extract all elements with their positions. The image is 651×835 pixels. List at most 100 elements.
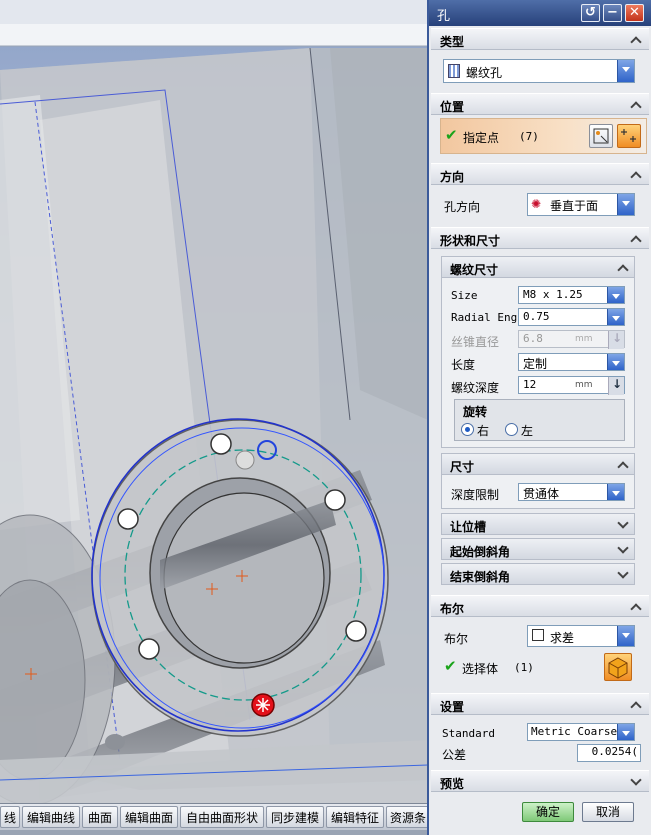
boolean-value: 求差 bbox=[550, 631, 575, 645]
chevron-down-icon[interactable] bbox=[607, 354, 624, 370]
end-chamfer-label: 结束倒斜角 bbox=[450, 570, 511, 584]
hole-dialog: 孔 ↺ − ✕ 类型 螺纹孔 位置 ✔ 指定点 (7) 方向 孔方向 ✺ 垂直于… bbox=[427, 0, 651, 835]
end-chamfer-header[interactable]: 结束倒斜角 bbox=[441, 563, 635, 585]
minimize-icon[interactable]: − bbox=[603, 4, 622, 22]
radial-engagement-label: Radial Eng bbox=[451, 311, 518, 324]
start-chamfer-header[interactable]: 起始倒斜角 bbox=[441, 538, 635, 560]
chevron-down-icon[interactable] bbox=[617, 194, 634, 215]
section-preview-label: 预览 bbox=[440, 777, 465, 791]
thread-depth-label: 螺纹深度 bbox=[451, 381, 500, 395]
hole-direction-value: 垂直于面 bbox=[550, 199, 599, 213]
start-chamfer-label: 起始倒斜角 bbox=[450, 545, 511, 559]
section-direction-header[interactable]: 方向 bbox=[431, 163, 649, 185]
section-preview-header[interactable]: 预览 bbox=[431, 770, 649, 792]
point-dialog-icon[interactable] bbox=[617, 124, 641, 148]
section-type-label: 类型 bbox=[440, 35, 465, 49]
chevron-down-icon[interactable] bbox=[617, 626, 634, 646]
model-view[interactable] bbox=[0, 0, 428, 835]
toolbar-tab-edit-feature[interactable]: 编辑特征 bbox=[326, 806, 384, 828]
thread-dimensions-label: 螺纹尺寸 bbox=[450, 263, 499, 277]
graphics-window[interactable] bbox=[0, 0, 428, 835]
point-count: (7) bbox=[519, 130, 539, 143]
rotation-right-label: 右 bbox=[477, 424, 490, 438]
section-settings-label: 设置 bbox=[440, 700, 465, 714]
cancel-button[interactable]: 取消 bbox=[582, 802, 634, 822]
section-position-header[interactable]: 位置 bbox=[431, 93, 649, 115]
section-direction-label: 方向 bbox=[440, 170, 465, 184]
collapse-icon bbox=[631, 35, 641, 45]
specify-point-row[interactable]: ✔ 指定点 (7) bbox=[440, 118, 647, 154]
toolbar-tab-surface[interactable]: 曲面 bbox=[82, 806, 118, 828]
collapse-icon bbox=[631, 234, 641, 244]
section-type-header[interactable]: 类型 bbox=[431, 28, 649, 50]
tap-drill-diameter-label: 丝锥直径 bbox=[451, 335, 500, 349]
expand-icon bbox=[618, 520, 628, 530]
length-label: 长度 bbox=[451, 358, 476, 372]
close-icon[interactable]: ✕ bbox=[625, 4, 644, 22]
collapse-icon bbox=[631, 170, 641, 180]
subtract-icon bbox=[532, 629, 544, 641]
relief-label: 让位槽 bbox=[450, 520, 487, 534]
collapse-icon bbox=[618, 263, 628, 273]
normal-to-face-icon: ✺ bbox=[531, 197, 542, 211]
rotation-right-radio[interactable] bbox=[461, 423, 474, 436]
boolean-dropdown[interactable]: 求差 bbox=[527, 625, 635, 647]
reset-icon[interactable]: ↺ bbox=[581, 4, 600, 22]
length-value: 定制 bbox=[523, 357, 548, 371]
solid-body-icon[interactable] bbox=[604, 653, 632, 681]
section-boolean-header[interactable]: 布尔 bbox=[431, 595, 649, 617]
hole-type-value: 螺纹孔 bbox=[466, 66, 503, 80]
rotation-label: 旋转 bbox=[463, 405, 488, 419]
dimensions-header[interactable]: 尺寸 bbox=[441, 453, 635, 475]
dialog-title: 孔 bbox=[437, 9, 451, 24]
specify-point-label: 指定点 bbox=[463, 131, 500, 145]
top-toolbar-strip bbox=[0, 0, 428, 47]
chevron-down-icon[interactable] bbox=[607, 484, 624, 500]
boolean-field-label: 布尔 bbox=[444, 632, 469, 646]
depth-limit-value: 贯通体 bbox=[523, 487, 560, 501]
standard-dropdown[interactable]: Metric Coarse bbox=[527, 723, 635, 741]
size-value: M8 x 1.25 bbox=[523, 288, 583, 301]
size-dropdown[interactable]: M8 x 1.25 bbox=[518, 286, 625, 304]
toolbar-icon-strip bbox=[0, 830, 430, 835]
arrow-down-icon bbox=[608, 331, 624, 349]
standard-value: Metric Coarse bbox=[531, 725, 618, 738]
select-body-label[interactable]: 选择体 bbox=[462, 660, 498, 677]
sketch-section-icon[interactable] bbox=[589, 124, 613, 148]
tap-drill-unit: mm bbox=[575, 334, 593, 344]
tolerance-input[interactable]: 0.0254( bbox=[577, 744, 641, 762]
hole-direction-dropdown[interactable]: ✺ 垂直于面 bbox=[527, 193, 635, 216]
collapse-icon bbox=[631, 602, 641, 612]
chevron-down-icon[interactable] bbox=[607, 287, 624, 303]
toolbar-tab-sync-modeling[interactable]: 同步建模 bbox=[266, 806, 324, 828]
toolbar-tab-curve[interactable]: 线 bbox=[0, 806, 20, 828]
toolbar-tab-edit-curve[interactable]: 编辑曲线 bbox=[22, 806, 80, 828]
relief-header[interactable]: 让位槽 bbox=[441, 513, 635, 535]
rotation-left-radio[interactable] bbox=[505, 423, 518, 436]
thread-dimensions-header[interactable]: 螺纹尺寸 bbox=[441, 256, 635, 278]
thread-depth-value: 12 bbox=[523, 378, 537, 391]
arrow-down-icon[interactable] bbox=[608, 377, 624, 395]
section-settings-header[interactable]: 设置 bbox=[431, 693, 649, 715]
radial-engagement-dropdown[interactable]: 0.75 bbox=[518, 308, 625, 326]
chevron-down-icon[interactable] bbox=[617, 724, 634, 740]
hole-type-dropdown[interactable]: 螺纹孔 bbox=[443, 59, 635, 83]
chevron-down-icon[interactable] bbox=[617, 60, 634, 82]
collapse-icon bbox=[631, 700, 641, 710]
ok-button[interactable]: 确定 bbox=[522, 802, 574, 822]
tap-drill-diameter-value: 6.8 bbox=[523, 332, 543, 345]
chevron-down-icon[interactable] bbox=[607, 309, 624, 325]
depth-limit-dropdown[interactable]: 贯通体 bbox=[518, 483, 625, 501]
collapse-icon bbox=[618, 460, 628, 470]
dialog-titlebar[interactable]: 孔 ↺ − ✕ bbox=[429, 0, 651, 26]
thread-depth-field[interactable]: 12 mm bbox=[518, 376, 625, 395]
standard-label: Standard bbox=[442, 727, 495, 740]
toolbar-tab-freeform[interactable]: 自由曲面形状 bbox=[180, 806, 264, 828]
length-dropdown[interactable]: 定制 bbox=[518, 353, 625, 371]
section-shape-header[interactable]: 形状和尺寸 bbox=[431, 227, 649, 249]
toolbar-tab-resource-bar[interactable]: 资源条 bbox=[386, 806, 430, 828]
expand-icon bbox=[631, 777, 641, 787]
toolbar-tab-edit-surface[interactable]: 编辑曲面 bbox=[120, 806, 178, 828]
checkmark-icon: ✔ bbox=[444, 657, 457, 675]
checkmark-icon: ✔ bbox=[445, 126, 458, 144]
